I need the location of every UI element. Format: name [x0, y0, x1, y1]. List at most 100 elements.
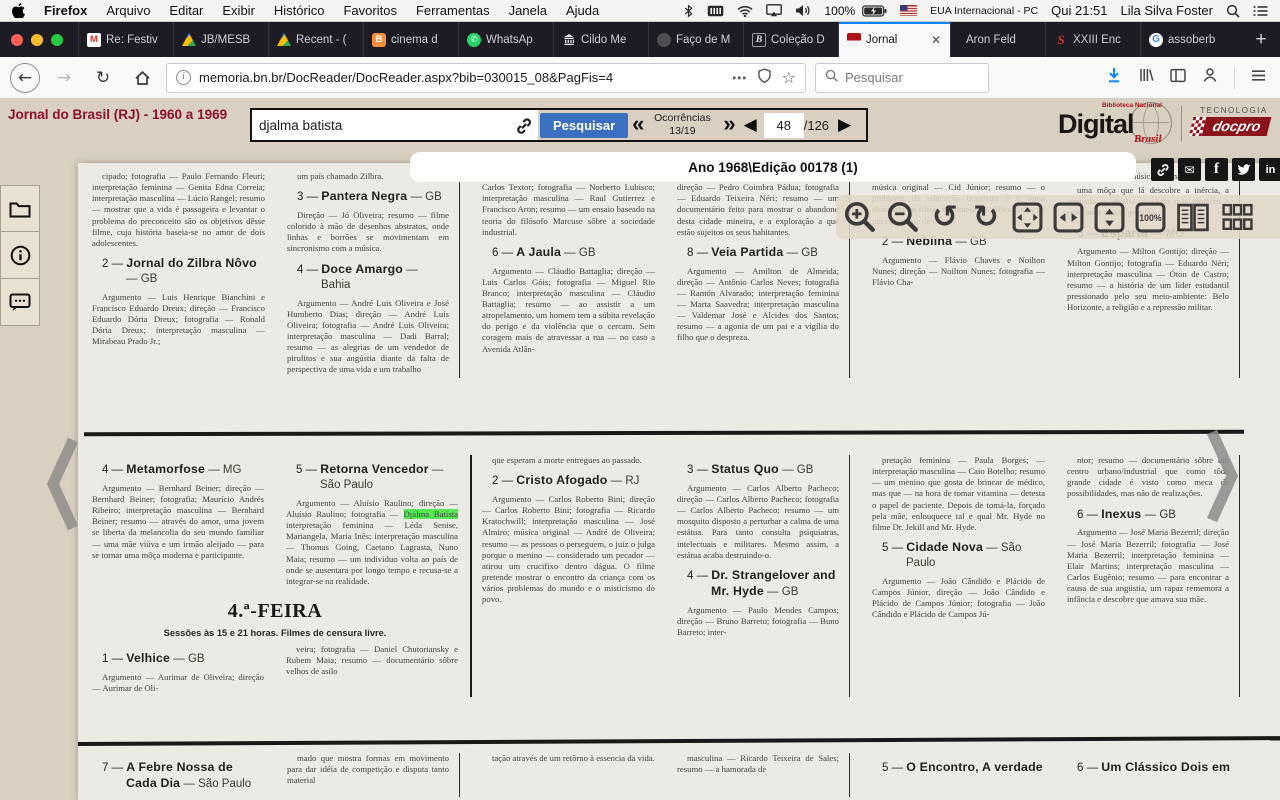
menu-item-editar[interactable]: Editar: [169, 3, 203, 18]
bluetooth-icon[interactable]: [683, 4, 694, 18]
volume-icon[interactable]: [795, 4, 811, 17]
share-link-icon[interactable]: [1151, 158, 1174, 181]
downloads-icon[interactable]: [1106, 67, 1122, 88]
menu-item-exibir[interactable]: Exibir: [222, 3, 255, 18]
fit-width-icon[interactable]: [1051, 198, 1085, 236]
logo-tecnologia-word: TECNOLOGIA: [1191, 106, 1277, 115]
apple-menu-icon[interactable]: [12, 3, 25, 18]
tab-whatsap[interactable]: ✆ WhatsAp: [458, 22, 553, 57]
tab-re-festiv[interactable]: MRe: Festiv: [78, 22, 173, 57]
previous-page-icon[interactable]: ◀: [737, 117, 764, 134]
tab-assoberb[interactable]: Gassoberb: [1140, 22, 1235, 57]
fit-height-icon[interactable]: [1092, 198, 1126, 236]
share-email-icon[interactable]: ✉: [1178, 158, 1201, 181]
tab-jornal[interactable]: Jornal✕: [838, 22, 950, 57]
fast-user-switch-label[interactable]: Lila Silva Foster: [1121, 3, 1213, 18]
url-input[interactable]: [199, 70, 724, 85]
tab-label: WhatsAp: [486, 34, 545, 46]
page-number-input[interactable]: [764, 113, 804, 138]
display-icon[interactable]: [766, 4, 782, 17]
input-source-label[interactable]: EUA Internacional - PC: [930, 5, 1038, 17]
tab-xxiii-enc[interactable]: SXXIII Enc: [1045, 22, 1140, 57]
none-favicon-icon: [959, 33, 961, 47]
menu-item-janela[interactable]: Janela: [509, 3, 547, 18]
library-icon[interactable]: [1138, 67, 1154, 88]
tab-aron-feld[interactable]: Aron Feld: [950, 22, 1045, 57]
url-bar[interactable]: i ⋯ ☆: [166, 63, 806, 93]
input-source-icon[interactable]: [707, 5, 724, 17]
share-twitter-icon[interactable]: [1232, 158, 1255, 181]
next-page-icon[interactable]: ▶: [831, 117, 858, 134]
whatsapp-favicon-icon: ✆: [467, 33, 481, 47]
tab-cinema-d[interactable]: Bcinema d: [363, 22, 458, 57]
minimize-window-button[interactable]: [31, 34, 43, 46]
menu-item-arquivo[interactable]: Arquivo: [106, 3, 150, 18]
menu-hamburger-icon[interactable]: [1251, 69, 1266, 87]
prev-occurrence-icon[interactable]: «: [628, 113, 645, 137]
menu-item-histórico[interactable]: Histórico: [274, 3, 325, 18]
pocket-shield-icon[interactable]: [757, 68, 772, 88]
home-button[interactable]: [127, 63, 157, 93]
menu-item-ferramentas[interactable]: Ferramentas: [416, 3, 490, 18]
rotate-right-icon[interactable]: ↻: [969, 198, 1003, 236]
new-tab-button[interactable]: +: [1242, 22, 1280, 57]
tab-label: JB/MESB: [201, 34, 260, 46]
close-window-button[interactable]: [11, 34, 23, 46]
article-heading: 5 — Retorna Vencedor — São Paulo: [286, 462, 458, 493]
menu-item-firefox[interactable]: Firefox: [44, 3, 87, 18]
blogger-favicon-icon: B: [372, 33, 386, 47]
bn-digital-logo[interactable]: Biblioteca Nacional Digital Brasil: [1058, 101, 1174, 146]
sidebar-comments-icon[interactable]: [0, 279, 40, 326]
page-actions-icon[interactable]: ⋯: [732, 69, 747, 87]
tab-fa-o-de-m[interactable]: Faço de M: [648, 22, 743, 57]
thumbnails-icon[interactable]: [1219, 198, 1255, 236]
logo-biblioteca-nacional: Biblioteca Nacional: [1102, 102, 1162, 109]
book-view-icon[interactable]: [1174, 198, 1212, 236]
browser-search-bar[interactable]: Pesquisar: [815, 63, 989, 93]
link-chain-icon[interactable]: [514, 116, 534, 141]
bookmark-star-icon[interactable]: ☆: [782, 68, 796, 87]
share-linkedin-icon[interactable]: in: [1259, 158, 1280, 181]
article-heading: 1 — Velhice — GB: [92, 651, 264, 667]
menu-item-ajuda[interactable]: Ajuda: [566, 3, 599, 18]
column-divider-rule: [78, 736, 1280, 746]
notification-center-icon[interactable]: [1253, 5, 1268, 17]
sidebar-info-icon[interactable]: [0, 232, 40, 279]
next-page-chevron[interactable]: [1205, 426, 1239, 531]
tab-jb-mesb[interactable]: JB/MESB: [173, 22, 268, 57]
sidebar-toggle-icon[interactable]: [1170, 68, 1186, 88]
zoom-out-icon[interactable]: [885, 198, 921, 236]
share-facebook-icon[interactable]: f: [1205, 158, 1228, 181]
page-total: /126: [804, 118, 829, 133]
menu-item-favoritos[interactable]: Favoritos: [343, 3, 396, 18]
zoom-window-button[interactable]: [51, 34, 63, 46]
account-icon[interactable]: [1202, 67, 1218, 88]
logo-digital-word: Digital: [1058, 109, 1134, 140]
article-heading: 4 — Dr. Strangelover and Mr. Hyde — GB: [677, 568, 839, 600]
spotlight-search-icon[interactable]: [1226, 4, 1240, 18]
tab-cildo-me[interactable]: Cildo Me: [553, 22, 648, 57]
docreader-search-input[interactable]: [252, 110, 538, 140]
rotate-left-icon[interactable]: ↺: [928, 198, 962, 236]
tab-close-icon[interactable]: ✕: [930, 33, 942, 47]
previous-page-chevron[interactable]: [46, 434, 80, 539]
back-button[interactable]: ←: [10, 63, 40, 93]
fit-page-icon[interactable]: [1010, 198, 1044, 236]
zoom-in-icon[interactable]: [842, 198, 878, 236]
docpro-logo[interactable]: TECNOLOGIA docpro: [1191, 106, 1277, 136]
forward-button[interactable]: →: [49, 63, 79, 93]
next-occurrence-icon[interactable]: »: [719, 113, 736, 137]
article-paragraph: Argumento — Aurimar de Oliveira; direção…: [92, 672, 264, 694]
tab-cole-o-d[interactable]: BColeção D: [743, 22, 838, 57]
zoom-100-icon[interactable]: 100%: [1133, 198, 1167, 236]
menu-clock[interactable]: Qui 21:51: [1051, 3, 1107, 18]
newspaper-page-scan[interactable]: cipado; fotografia — Paulo Fernando Fleu…: [78, 163, 1280, 800]
reload-button[interactable]: ↻: [88, 63, 118, 93]
search-button[interactable]: Pesquisar: [540, 113, 628, 138]
wifi-icon[interactable]: [737, 5, 753, 17]
us-flag-icon[interactable]: [900, 5, 917, 16]
article-paragraph: Argumento — Paulo Mendes Campos; direção…: [677, 605, 839, 638]
tab-recent-[interactable]: Recent - (: [268, 22, 363, 57]
site-info-icon[interactable]: i: [176, 70, 191, 85]
sidebar-folder-icon[interactable]: [0, 185, 40, 232]
